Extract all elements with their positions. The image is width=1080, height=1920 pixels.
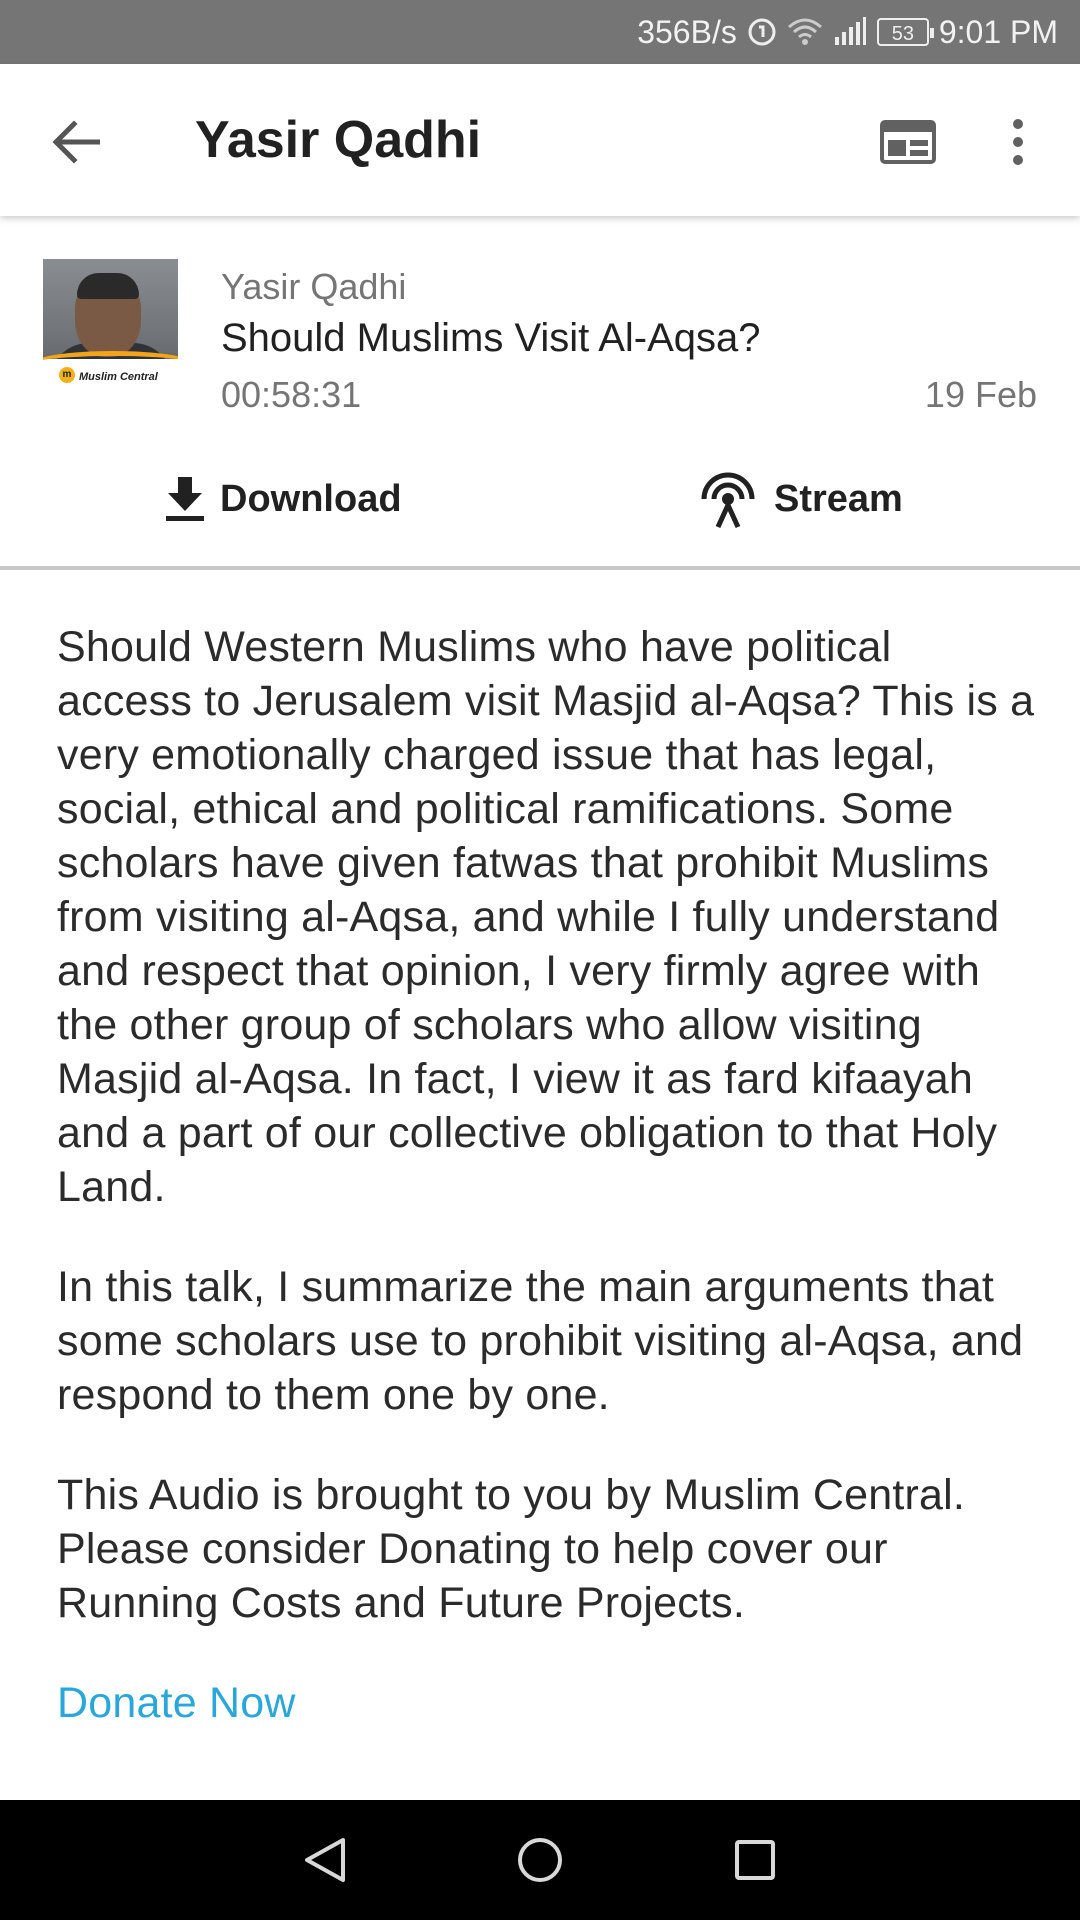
donate-now-link[interactable]: Donate Now: [57, 1676, 296, 1730]
description-paragraph: In this talk, I summarize the main argum…: [57, 1263, 1024, 1419]
section-divider: [0, 566, 1080, 570]
layout-icon: [880, 120, 936, 164]
clock: 9:01 PM: [938, 13, 1058, 50]
muslim-central-logo-icon: m: [59, 367, 75, 383]
stream-button[interactable]: Stream: [696, 456, 903, 542]
battery-icon: 53: [876, 18, 934, 46]
status-bar: 356B/s 53 9:01 PM: [0, 0, 1080, 64]
page-title: Yasir Qadhi: [195, 111, 482, 169]
episode-thumbnail: m Muslim Central: [43, 259, 178, 394]
data-saver-icon: [747, 17, 777, 47]
stream-label: Stream: [774, 477, 903, 520]
more-vert-icon: [1013, 119, 1023, 165]
back-arrow-icon: [52, 120, 100, 164]
signal-icon: [833, 17, 867, 47]
episode-title: Should Muslims Visit Al-Aqsa?: [221, 316, 761, 360]
status-icons: 356B/s 53 9:01 PM: [637, 0, 1058, 64]
description-paragraph: Should Western Muslims who have politica…: [57, 623, 1035, 1211]
triangle-back-icon: [305, 1838, 345, 1882]
download-icon: [166, 477, 204, 521]
download-label: Download: [220, 477, 402, 520]
stream-icon: [701, 472, 755, 529]
more-options-button[interactable]: [990, 110, 1046, 174]
episode-header: m Muslim Central Yasir Qadhi Should Musl…: [0, 216, 1080, 568]
thumbnail-logo-text: Muslim Central: [79, 371, 158, 383]
episode-date: 19 Feb: [924, 374, 1037, 415]
system-nav-bar: [0, 1800, 1080, 1920]
nav-recents-button[interactable]: [720, 1830, 790, 1890]
nav-home-button[interactable]: [505, 1830, 575, 1890]
episode-description: Should Western Muslims who have politica…: [57, 620, 1037, 1730]
episode-author: Yasir Qadhi: [221, 266, 407, 307]
square-recents-icon: [735, 1840, 775, 1880]
wifi-icon: [787, 17, 823, 47]
download-button[interactable]: Download: [164, 456, 402, 542]
nav-back-button[interactable]: [290, 1830, 360, 1890]
episode-duration: 00:58:31: [221, 374, 362, 415]
layout-toggle-button[interactable]: [872, 110, 944, 174]
circle-home-icon: [518, 1838, 562, 1882]
description-paragraph: This Audio is brought to you by Muslim C…: [57, 1471, 966, 1627]
back-button[interactable]: [44, 110, 108, 174]
network-speed: 356B/s: [637, 13, 737, 50]
app-bar: Yasir Qadhi: [0, 64, 1080, 216]
